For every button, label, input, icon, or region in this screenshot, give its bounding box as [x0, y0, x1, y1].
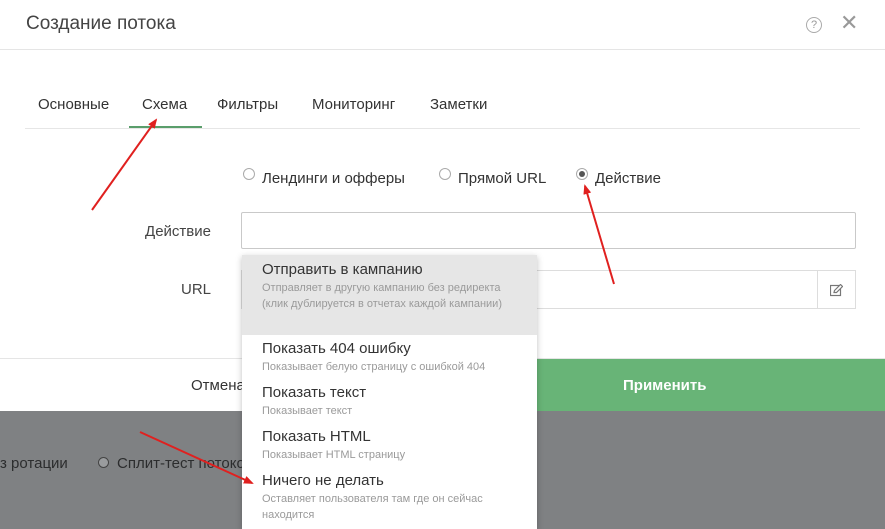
tab-filters[interactable]: Фильтры — [217, 96, 278, 113]
modal-header: Создание потока ? ✕ — [0, 0, 885, 50]
url-field-label: URL — [180, 281, 211, 298]
background-rotation-text: з ротации — [0, 455, 68, 472]
cancel-button-label: Отмена — [191, 377, 245, 394]
apply-button-label: Применить — [623, 377, 707, 394]
radio-label-landings-offers: Лендинги и офферы — [262, 170, 405, 187]
dropdown-item-title: Ничего не делать — [262, 472, 384, 489]
dropdown-item-title: Показать текст — [262, 384, 367, 401]
dropdown-item-send-to-campaign[interactable]: Отправить в кампанию Отправляет в другую… — [242, 255, 537, 335]
apply-button[interactable]: Применить — [537, 359, 885, 411]
tab-notes[interactable]: Заметки — [430, 96, 487, 113]
dropdown-item-description: Оставляет пользователя там где он сейчас… — [262, 493, 483, 521]
action-select[interactable] — [241, 212, 856, 249]
radio-label-action: Действие — [595, 170, 661, 187]
radio-direct-url[interactable] — [439, 168, 451, 180]
dropdown-item-show-text[interactable]: Показать текст Показывает текст — [242, 379, 537, 423]
tab-main[interactable]: Основные — [38, 96, 109, 113]
close-icon[interactable]: ✕ — [840, 11, 858, 35]
radio-action[interactable] — [576, 168, 588, 180]
dropdown-item-title: Показать 404 ошибку — [262, 340, 411, 357]
tab-bar: Основные Схема Фильтры Мониторинг Заметк… — [25, 82, 860, 129]
dropdown-item-show-404[interactable]: Показать 404 ошибку Показывает белую стр… — [242, 335, 537, 379]
modal-title: Создание потока — [26, 13, 176, 34]
background-radio — [98, 457, 109, 468]
dropdown-item-description: Показывает текст — [262, 405, 353, 417]
tab-scheme[interactable]: Схема — [142, 96, 187, 113]
url-edit-button[interactable] — [817, 270, 856, 309]
dropdown-item-description: Показывает белую страницу с ошибкой 404 — [262, 361, 486, 373]
radio-landings-offers[interactable] — [243, 168, 255, 180]
tab-monitoring[interactable]: Мониторинг — [312, 96, 395, 113]
action-field-label: Действие — [145, 223, 211, 240]
dropdown-item-description: Отправляет в другую кампанию без редирек… — [262, 282, 502, 310]
background-split-test-text: Сплит-тест потоков — [117, 455, 253, 472]
action-dropdown: Отправить в кампанию Отправляет в другую… — [242, 255, 537, 529]
help-icon[interactable]: ? — [806, 17, 822, 33]
radio-label-direct-url: Прямой URL — [458, 170, 547, 187]
active-tab-indicator — [129, 126, 202, 128]
dropdown-item-description: Показывает HTML страницу — [262, 449, 406, 461]
dropdown-item-do-nothing[interactable]: Ничего не делать Оставляет пользователя … — [242, 467, 537, 529]
dropdown-item-title: Отправить в кампанию — [262, 261, 423, 278]
edit-icon — [830, 284, 843, 297]
dropdown-item-title: Показать HTML — [262, 428, 371, 445]
dropdown-item-show-html[interactable]: Показать HTML Показывает HTML страницу — [242, 423, 537, 467]
